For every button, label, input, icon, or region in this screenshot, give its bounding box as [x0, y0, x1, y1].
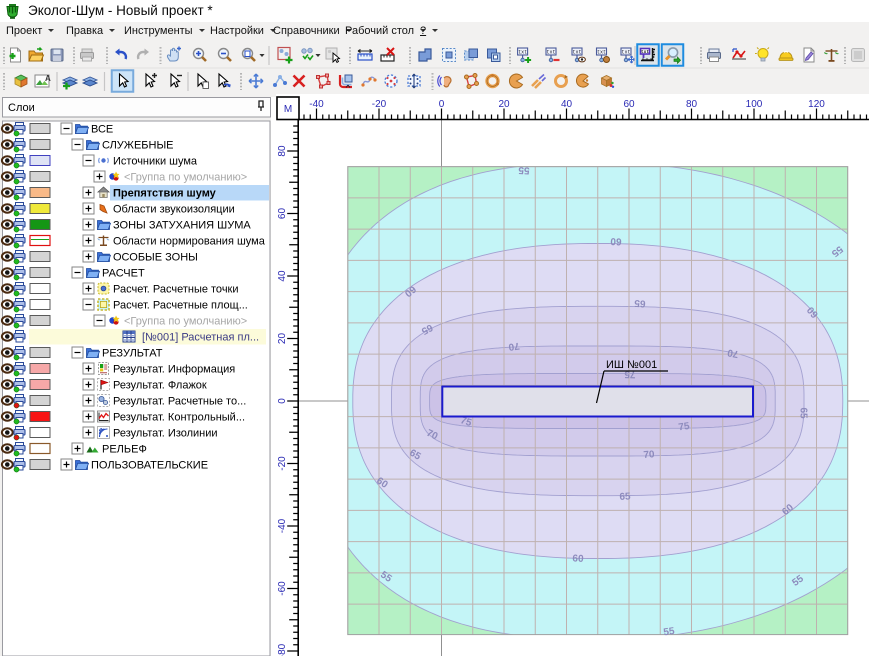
svg-text:ИШ №001: ИШ №001 [606, 359, 657, 371]
svg-text:Слои: Слои [8, 102, 35, 114]
svg-text:75: 75 [678, 421, 691, 434]
svg-text:0: 0 [277, 398, 288, 404]
svg-text:55: 55 [518, 164, 530, 176]
svg-text:120: 120 [808, 99, 825, 110]
svg-text:-20: -20 [372, 99, 387, 110]
svg-text:Расчет. Расчетные точки: Расчет. Расчетные точки [113, 284, 239, 296]
svg-text:60: 60 [572, 553, 584, 565]
svg-text:ПОЛЬЗОВАТЕЛЬСКИЕ: ПОЛЬЗОВАТЕЛЬСКИЕ [91, 460, 208, 472]
svg-text:Области звукоизоляции: Области звукоизоляции [113, 204, 235, 216]
svg-text:txt: txt [572, 50, 581, 56]
svg-text:txt: txt [621, 50, 630, 56]
svg-text:20: 20 [498, 99, 510, 110]
svg-text:txt: txt [546, 50, 555, 56]
svg-text:Результат. Контрольный...: Результат. Контрольный... [113, 412, 245, 424]
svg-text:-40: -40 [277, 518, 288, 533]
svg-text:РЕЛЬЕФ: РЕЛЬЕФ [102, 444, 147, 456]
svg-text:80: 80 [686, 99, 698, 110]
svg-text:М: М [284, 104, 292, 115]
svg-text:Результат. Расчетные то...: Результат. Расчетные то... [113, 396, 246, 408]
svg-text:Результат. Изолинии: Результат. Изолинии [113, 428, 218, 440]
svg-text:80: 80 [277, 145, 288, 157]
svg-text:70: 70 [507, 340, 520, 353]
svg-text:A: A [45, 74, 51, 83]
svg-text:<Группа по умолчанию>: <Группа по умолчанию> [124, 172, 247, 184]
svg-text:txt: txt [518, 50, 527, 56]
svg-text:Области нормирования шума: Области нормирования шума [113, 236, 266, 248]
svg-text:ЗОНЫ ЗАТУХАНИЯ ШУМА: ЗОНЫ ЗАТУХАНИЯ ШУМА [113, 220, 251, 232]
svg-text:70: 70 [643, 449, 655, 461]
svg-text:-40: -40 [309, 99, 324, 110]
svg-text:[№001] Расчетная пл...: [№001] Расчетная пл... [142, 332, 259, 344]
svg-text:100: 100 [746, 99, 763, 110]
svg-text:ОСОБЫЕ ЗОНЫ: ОСОБЫЕ ЗОНЫ [113, 252, 198, 264]
svg-text:-80: -80 [277, 643, 288, 656]
svg-text:65: 65 [634, 297, 646, 309]
svg-text:txt: txt [597, 50, 606, 56]
svg-text:65: 65 [619, 491, 631, 503]
svg-text:60: 60 [623, 99, 635, 110]
svg-text:РАСЧЕТ: РАСЧЕТ [102, 268, 145, 280]
svg-text:Расчет. Расчетные площ...: Расчет. Расчетные площ... [113, 300, 248, 312]
svg-text:-20: -20 [277, 456, 288, 471]
svg-text:40: 40 [561, 99, 573, 110]
svg-text:40: 40 [277, 270, 288, 282]
svg-text:Источники шума: Источники шума [113, 156, 198, 168]
svg-text:СЛУЖЕБНЫЕ: СЛУЖЕБНЫЕ [102, 140, 174, 152]
svg-text:РЕЗУЛЬТАТ: РЕЗУЛЬТАТ [102, 348, 163, 360]
svg-text:Результат. Флажок: Результат. Флажок [113, 380, 207, 392]
svg-text:65: 65 [797, 407, 808, 419]
svg-text:Препятствия шуму: Препятствия шуму [113, 188, 217, 200]
svg-text:20: 20 [277, 333, 288, 345]
svg-text:<Группа по умолчанию>: <Группа по умолчанию> [124, 316, 247, 328]
svg-text:60: 60 [277, 208, 288, 220]
svg-text:ВСЕ: ВСЕ [91, 124, 113, 136]
svg-text:0: 0 [439, 99, 445, 110]
svg-text:55: 55 [663, 626, 676, 639]
svg-text:-60: -60 [277, 581, 288, 596]
svg-text:Результат. Информация: Результат. Информация [113, 364, 235, 376]
svg-text:txt: txt [641, 49, 649, 55]
svg-text:60: 60 [610, 235, 622, 247]
